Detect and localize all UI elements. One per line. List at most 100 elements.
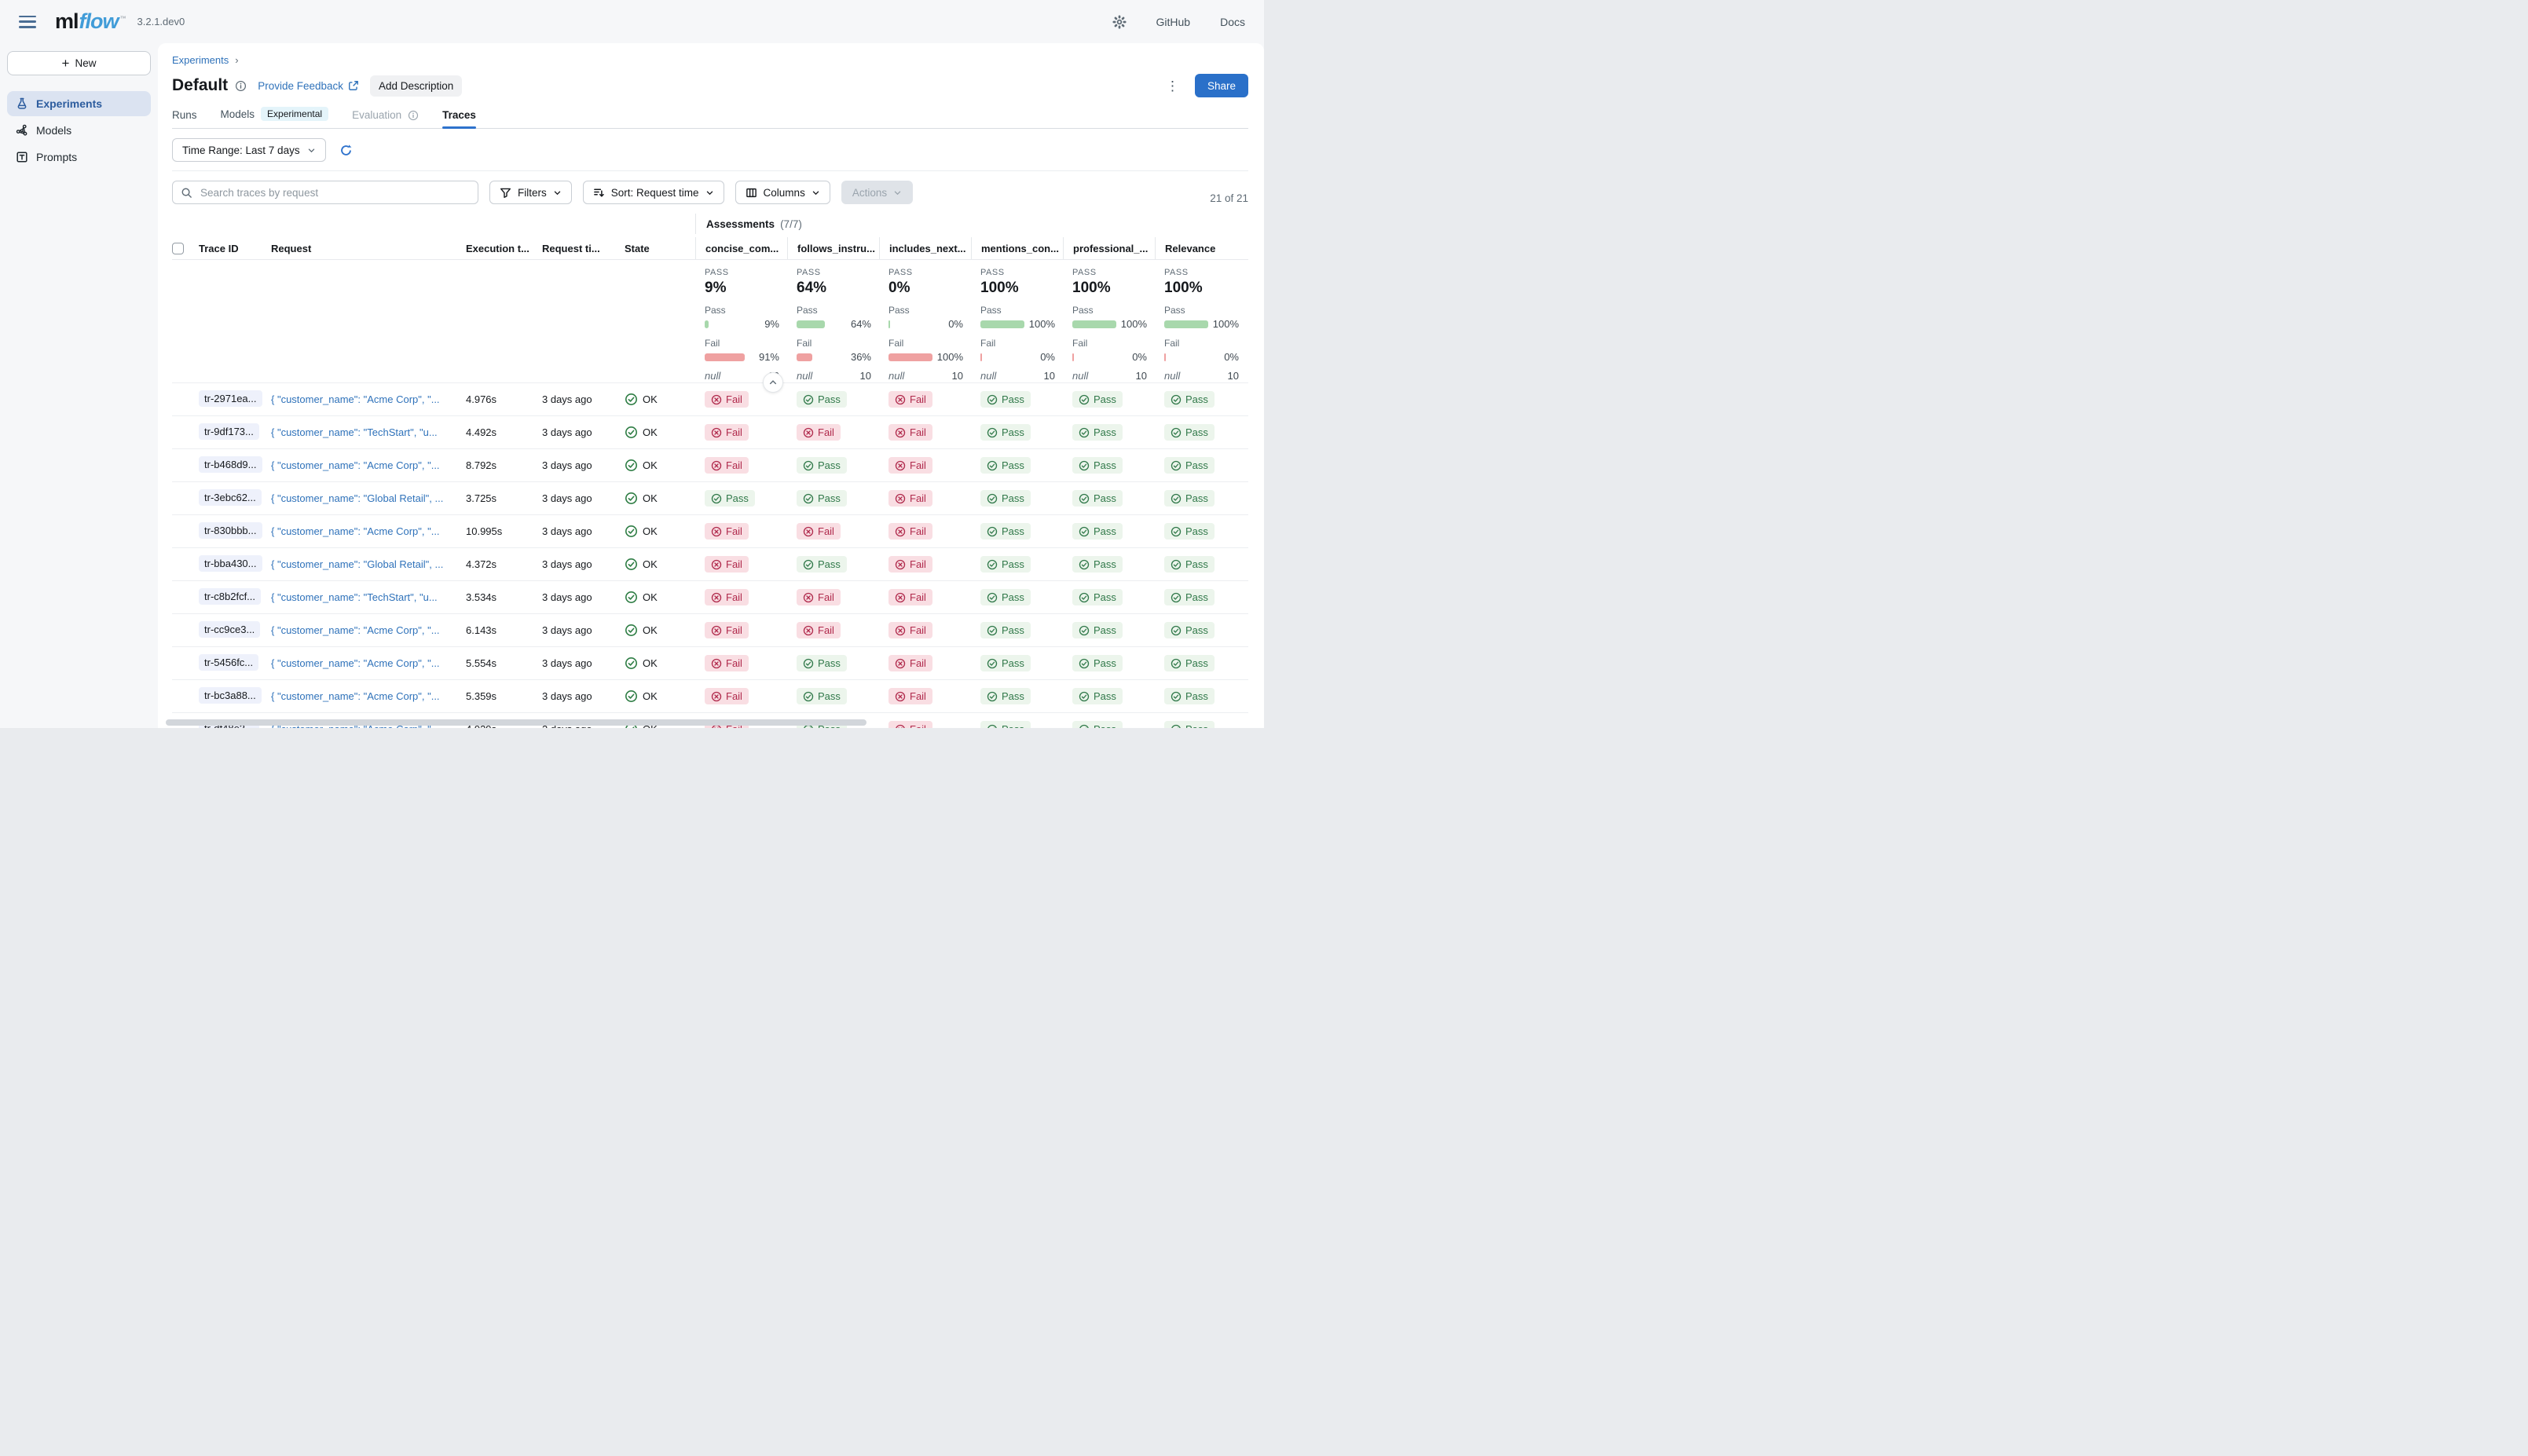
- assessment-badge: Fail: [705, 589, 749, 606]
- assessment-badge: Fail: [888, 589, 932, 606]
- new-button[interactable]: + New: [7, 51, 151, 75]
- request-link[interactable]: { "customer_name": "TechStart", "u...: [271, 591, 438, 603]
- assessment-badge: Fail: [705, 688, 749, 705]
- table-header-row: Trace ID Request Execution t... Request …: [172, 237, 1248, 260]
- assessment-summary-cell: PASS 100% Pass 100% Fail 0% null10: [1155, 260, 1247, 382]
- request-time-value: 3 days ago: [542, 690, 625, 702]
- trace-id-link[interactable]: tr-3ebc62...: [199, 489, 262, 506]
- search-input[interactable]: [199, 186, 470, 199]
- horizontal-scrollbar[interactable]: [166, 719, 866, 726]
- collapse-summary-button[interactable]: [763, 372, 783, 393]
- refresh-icon[interactable]: [335, 139, 357, 161]
- request-link[interactable]: { "customer_name": "Acme Corp", "...: [271, 690, 440, 702]
- page-title: Default: [172, 76, 228, 95]
- column-header-assessment[interactable]: concise_com...: [695, 237, 787, 259]
- column-header-assessment[interactable]: Relevance: [1155, 237, 1247, 259]
- state-badge: OK: [625, 690, 695, 703]
- trace-id-link[interactable]: tr-cc9ce3...: [199, 621, 260, 638]
- tab-models[interactable]: Models Experimental: [221, 107, 329, 128]
- trace-id-link[interactable]: tr-bba430...: [199, 555, 262, 572]
- table-row[interactable]: tr-bc3a88... { "customer_name": "Acme Co…: [172, 679, 1248, 712]
- table-row[interactable]: tr-830bbb... { "customer_name": "Acme Co…: [172, 514, 1248, 547]
- breadcrumb-experiments-link[interactable]: Experiments: [172, 54, 229, 66]
- share-button[interactable]: Share: [1195, 74, 1248, 97]
- sidebar-item-prompts[interactable]: Prompts: [7, 145, 151, 170]
- trace-id-link[interactable]: tr-5456fc...: [199, 654, 258, 671]
- columns-icon: [746, 187, 757, 199]
- assessment-badge: Fail: [705, 424, 749, 441]
- request-link[interactable]: { "customer_name": "Acme Corp", "...: [271, 393, 440, 405]
- docs-link[interactable]: Docs: [1220, 16, 1245, 28]
- request-link[interactable]: { "customer_name": "Global Retail", ...: [271, 492, 443, 504]
- external-link-icon: [348, 80, 359, 91]
- pass-bar: [705, 320, 709, 328]
- github-link[interactable]: GitHub: [1156, 16, 1191, 28]
- assessment-badge: Pass: [797, 655, 847, 672]
- gear-icon[interactable]: [1112, 15, 1127, 29]
- request-link[interactable]: { "customer_name": "Global Retail", ...: [271, 558, 443, 570]
- select-all-checkbox[interactable]: [172, 243, 184, 254]
- column-header-request-time[interactable]: Request ti...: [542, 243, 625, 254]
- trace-id-link[interactable]: tr-830bbb...: [199, 522, 262, 539]
- info-icon[interactable]: [235, 80, 247, 92]
- provide-feedback-link[interactable]: Provide Feedback: [258, 80, 359, 92]
- request-link[interactable]: { "customer_name": "Acme Corp", "...: [271, 525, 440, 537]
- sidebar-item-experiments[interactable]: Experiments: [7, 91, 151, 116]
- x-circle-icon: [803, 427, 814, 438]
- assessment-badge: Fail: [797, 622, 841, 639]
- table-row[interactable]: tr-c8b2fcf... { "customer_name": "TechSt…: [172, 580, 1248, 613]
- sort-button[interactable]: Sort: Request time: [583, 181, 724, 204]
- column-header-request[interactable]: Request: [271, 243, 466, 254]
- pass-rate-value: 100%: [980, 280, 1055, 297]
- sidebar-item-models[interactable]: Models: [7, 118, 151, 143]
- kebab-menu-icon[interactable]: ⋮: [1163, 78, 1182, 94]
- filters-button[interactable]: Filters: [489, 181, 572, 204]
- trace-id-link[interactable]: tr-c8b2fcf...: [199, 588, 261, 605]
- column-header-assessment[interactable]: mentions_con...: [971, 237, 1063, 259]
- chevron-down-icon: [307, 146, 316, 155]
- mlflow-logo[interactable]: mlflow™: [55, 9, 126, 34]
- column-header-state[interactable]: State: [625, 243, 695, 254]
- tab-traces[interactable]: Traces: [442, 109, 476, 128]
- assessment-badge: Pass: [797, 457, 847, 474]
- trace-id-link[interactable]: tr-2971ea...: [199, 390, 262, 407]
- time-range-dropdown[interactable]: Time Range: Last 7 days: [172, 138, 326, 162]
- check-circle-icon: [1079, 559, 1090, 570]
- column-header-execution-time[interactable]: Execution t...: [466, 243, 542, 254]
- table-row[interactable]: tr-bba430... { "customer_name": "Global …: [172, 547, 1248, 580]
- assessment-badge: Pass: [980, 721, 1031, 728]
- table-row[interactable]: tr-3ebc62... { "customer_name": "Global …: [172, 481, 1248, 514]
- table-row[interactable]: tr-5456fc... { "customer_name": "Acme Co…: [172, 646, 1248, 679]
- table-row[interactable]: tr-9df173... { "customer_name": "TechSta…: [172, 415, 1248, 448]
- prompt-icon: [16, 151, 28, 163]
- table-row[interactable]: tr-b468d9... { "customer_name": "Acme Co…: [172, 448, 1248, 481]
- add-description-button[interactable]: Add Description: [370, 75, 462, 97]
- trace-id-link[interactable]: tr-bc3a88...: [199, 687, 262, 704]
- tab-runs[interactable]: Runs: [172, 109, 197, 128]
- trace-id-link[interactable]: tr-9df173...: [199, 423, 259, 440]
- column-header-assessment[interactable]: professional_...: [1063, 237, 1155, 259]
- actions-button[interactable]: Actions: [841, 181, 913, 204]
- table-row[interactable]: tr-2971ea... { "customer_name": "Acme Co…: [172, 382, 1248, 415]
- column-header-trace-id[interactable]: Trace ID: [199, 243, 271, 254]
- request-link[interactable]: { "customer_name": "Acme Corp", "...: [271, 657, 440, 669]
- request-time-value: 3 days ago: [542, 492, 625, 504]
- column-header-assessment[interactable]: includes_next...: [879, 237, 971, 259]
- column-header-assessment[interactable]: follows_instru...: [787, 237, 879, 259]
- sidebar: + New Experiments Models: [0, 43, 158, 728]
- hamburger-menu-icon[interactable]: [19, 16, 36, 28]
- tab-evaluation[interactable]: Evaluation: [352, 109, 419, 128]
- request-link[interactable]: { "customer_name": "Acme Corp", "...: [271, 624, 440, 636]
- check-circle-icon: [1171, 559, 1182, 570]
- assessment-summary-cell: PASS 9% Pass 9% Fail 91% null10: [695, 260, 787, 382]
- table-row[interactable]: tr-cc9ce3... { "customer_name": "Acme Co…: [172, 613, 1248, 646]
- assessment-badge: Pass: [980, 457, 1031, 474]
- check-circle-icon: [625, 690, 638, 703]
- request-link[interactable]: { "customer_name": "Acme Corp", "...: [271, 459, 440, 471]
- columns-button[interactable]: Columns: [735, 181, 830, 204]
- request-link[interactable]: { "customer_name": "TechStart", "u...: [271, 426, 438, 438]
- trace-id-link[interactable]: tr-b468d9...: [199, 456, 262, 473]
- state-badge: OK: [625, 426, 695, 439]
- state-badge: OK: [625, 393, 695, 406]
- assessment-badge: Pass: [1072, 391, 1123, 408]
